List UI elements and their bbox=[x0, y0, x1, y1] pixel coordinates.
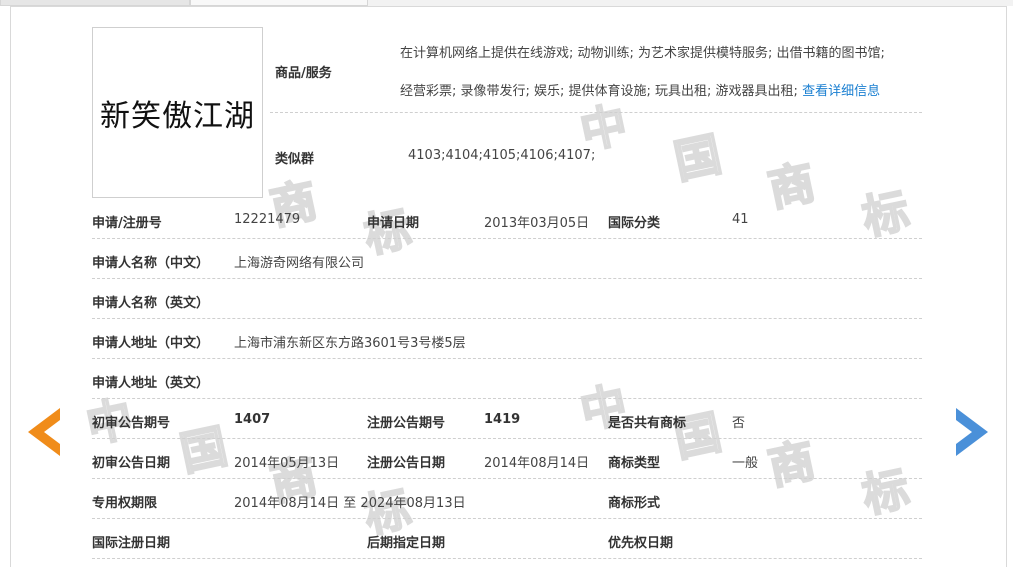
prelim-no-label: 初审公告期号 bbox=[92, 416, 171, 431]
divider bbox=[92, 318, 922, 319]
divider bbox=[92, 358, 922, 359]
prelim-no-value: 1407 bbox=[234, 412, 271, 427]
applicant-cn-label: 申请人名称（中文） bbox=[92, 256, 210, 271]
similar-group-label: 类似群 bbox=[275, 152, 315, 167]
goods-label: 商品/服务 bbox=[275, 66, 332, 81]
reg-no-value: 12221479 bbox=[234, 212, 301, 227]
address-en-label: 申请人地址（英文） bbox=[92, 376, 210, 391]
shared-label: 是否共有商标 bbox=[608, 416, 687, 431]
applicant-cn-value: 上海游奇网络有限公司 bbox=[234, 256, 365, 271]
trademark-logo-text: 新笑傲江湖 bbox=[100, 98, 255, 134]
tm-form-label: 商标形式 bbox=[608, 496, 661, 511]
prev-button[interactable] bbox=[24, 406, 64, 458]
reg-no-label: 申请/注册号 bbox=[92, 216, 162, 231]
reg-pub-no-label: 注册公告期号 bbox=[367, 416, 446, 431]
shared-value: 否 bbox=[732, 416, 746, 431]
exclusive-value: 2014年08月14日 至 2024年08月13日 bbox=[234, 496, 466, 511]
tm-type-value: 一般 bbox=[732, 456, 759, 471]
apply-date-label: 申请日期 bbox=[367, 216, 420, 231]
divider bbox=[92, 278, 922, 279]
trademark-image: 新笑傲江湖 bbox=[92, 27, 263, 198]
reg-pub-date-label: 注册公告日期 bbox=[367, 456, 446, 471]
intl-reg-date-label: 国际注册日期 bbox=[92, 536, 171, 551]
divider bbox=[92, 438, 922, 439]
view-details-link[interactable]: 查看详细信息 bbox=[802, 84, 880, 99]
chevron-right-icon bbox=[956, 408, 988, 456]
later-date-label: 后期指定日期 bbox=[367, 536, 446, 551]
similar-group-value: 4103;4104;4105;4106;4107; bbox=[408, 148, 596, 163]
goods-line-1: 在计算机网络上提供在线游戏; 动物训练; 为艺术家提供模特服务; 出借书籍的图书… bbox=[400, 46, 885, 61]
reg-pub-no-value: 1419 bbox=[484, 412, 521, 427]
applicant-en-label: 申请人名称（英文） bbox=[92, 296, 210, 311]
goods-line-2: 经营彩票; 录像带发行; 娱乐; 提供体育设施; 玩具出租; 游戏器具出租; 查… bbox=[400, 84, 881, 99]
prelim-date-label: 初审公告日期 bbox=[92, 456, 171, 471]
intl-class-label: 国际分类 bbox=[608, 216, 661, 231]
address-cn-label: 申请人地址（中文） bbox=[92, 336, 210, 351]
chevron-left-icon bbox=[28, 408, 60, 456]
exclusive-label: 专用权期限 bbox=[92, 496, 158, 511]
next-button[interactable] bbox=[952, 406, 992, 458]
intl-class-value: 41 bbox=[732, 212, 749, 227]
divider bbox=[92, 478, 922, 479]
divider bbox=[270, 112, 922, 113]
divider bbox=[92, 398, 922, 399]
divider bbox=[92, 518, 922, 519]
reg-pub-date-value: 2014年08月14日 bbox=[484, 456, 590, 471]
divider bbox=[92, 238, 922, 239]
apply-date-value: 2013年03月05日 bbox=[484, 216, 590, 231]
divider bbox=[92, 558, 922, 559]
prelim-date-value: 2014年05月13日 bbox=[234, 456, 340, 471]
priority-date-label: 优先权日期 bbox=[608, 536, 674, 551]
address-cn-value: 上海市浦东新区东方路3601号3号楼5层 bbox=[234, 336, 466, 351]
tm-type-label: 商标类型 bbox=[608, 456, 661, 471]
